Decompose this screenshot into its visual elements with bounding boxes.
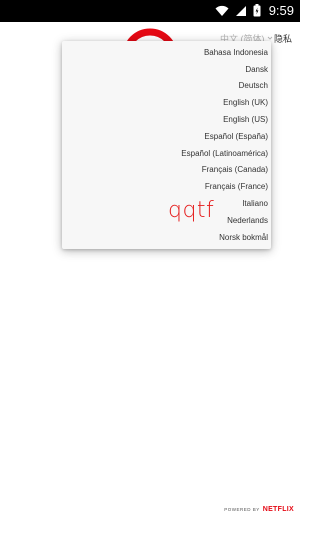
cellular-signal-icon bbox=[235, 5, 247, 17]
status-icons: 9:59 bbox=[215, 3, 294, 18]
language-option[interactable]: Italiano bbox=[62, 195, 271, 212]
app-screen: 9:59 中文 (简体) 隐私 Bahasa Indonesia Dansk D… bbox=[0, 0, 300, 533]
powered-by-label: POWERED BY bbox=[224, 506, 260, 512]
battery-icon bbox=[253, 4, 261, 17]
language-option[interactable]: Deutsch bbox=[62, 78, 271, 95]
language-option[interactable]: Español (España) bbox=[62, 128, 271, 145]
language-option[interactable]: Español (Latinoamérica) bbox=[62, 145, 271, 162]
overlay-text: qqtf bbox=[168, 198, 215, 223]
language-option[interactable]: Bahasa Indonesia bbox=[62, 44, 271, 61]
powered-by-badge: POWERED BY NETFLIX bbox=[224, 504, 294, 514]
language-option[interactable]: Français (Canada) bbox=[62, 162, 271, 179]
privacy-link[interactable]: 隐私 bbox=[274, 30, 292, 46]
status-time: 9:59 bbox=[268, 3, 294, 18]
language-option[interactable]: Français (France) bbox=[62, 178, 271, 195]
status-bar: 9:59 bbox=[0, 0, 300, 22]
language-option[interactable]: English (UK) bbox=[62, 94, 271, 111]
language-option[interactable]: Dansk bbox=[62, 61, 271, 78]
language-option[interactable]: Norsk bokmål bbox=[62, 229, 271, 246]
language-option[interactable]: Nederlands bbox=[62, 212, 271, 229]
netflix-wordmark: NETFLIX bbox=[262, 505, 294, 513]
language-option[interactable]: English (US) bbox=[62, 111, 271, 128]
wifi-icon bbox=[215, 5, 229, 17]
language-menu: Bahasa Indonesia Dansk Deutsch English (… bbox=[62, 41, 271, 249]
